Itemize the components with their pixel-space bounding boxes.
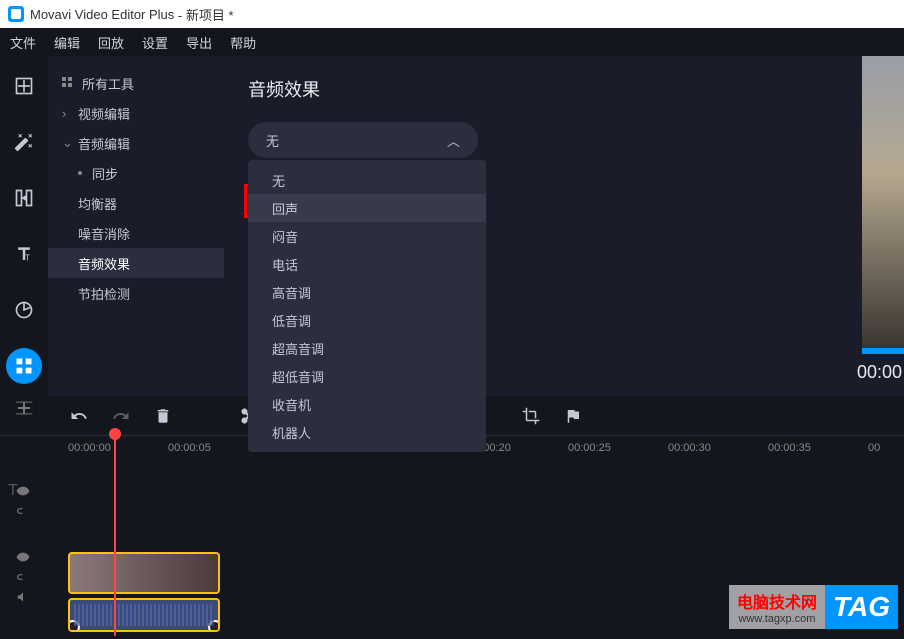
clip-handle-left[interactable] [68,620,80,632]
effect-dropdown-list: 无 回声 闷音 电话 高音调 低音调 超高音调 超低音调 收音机 机器人 [248,160,486,452]
stickers-button[interactable] [6,292,42,328]
option-none[interactable]: 无 [248,166,486,194]
menubar: 文件 编辑 回放 设置 导出 帮助 [0,28,904,56]
add-media-button[interactable] [6,68,42,104]
redo-icon[interactable] [112,407,130,425]
app-title: Movavi Video Editor Plus [30,7,174,22]
sidebar-beat-detect[interactable]: 节拍检测 [48,278,224,308]
clip-handle-right[interactable] [208,620,220,632]
sidebar-noise-remove[interactable]: 噪音消除 [48,218,224,248]
text-track-label: T [8,482,18,500]
effect-dropdown[interactable]: 无 ︿ [248,122,478,158]
option-ultra-high[interactable]: 超高音调 [248,334,486,362]
option-robot[interactable]: 机器人 [248,418,486,446]
panel-title: 音频效果 [248,76,880,102]
sidebar-audio-fx[interactable]: 音频效果 [48,248,224,278]
option-echo[interactable]: 回声 [248,194,486,222]
menu-edit[interactable]: 编辑 [54,33,80,52]
chevron-down-icon: ⌄ [62,135,70,151]
option-low-pitch[interactable]: 低音调 [248,306,486,334]
mute-icon[interactable] [16,590,30,604]
option-high-pitch[interactable]: 高音调 [248,278,486,306]
filters-button[interactable] [6,124,42,160]
playhead[interactable] [114,436,116,636]
preview-scrubber[interactable] [862,348,904,354]
menu-playback[interactable]: 回放 [98,33,124,52]
app-icon [8,6,24,22]
delete-icon[interactable] [154,407,172,425]
dropdown-selected: 无 [266,131,279,150]
sidebar: 所有工具 ›视频编辑 ⌄音频编辑 同步 均衡器 噪音消除 音频效果 节拍检测 [48,56,224,396]
menu-export[interactable]: 导出 [186,33,212,52]
link-icon[interactable] [16,504,30,518]
sidebar-video-edit[interactable]: ›视频编辑 [48,98,224,128]
chevron-up-icon: ︿ [447,131,460,150]
project-name: - 新项目 * [174,5,233,24]
marker-icon[interactable] [564,407,582,425]
crop-icon[interactable] [522,407,540,425]
chevron-right-icon: › [62,106,70,121]
watermark: 电脑技术网 www.tagxp.com TAG [729,585,898,629]
menu-settings[interactable]: 设置 [142,33,168,52]
timecode-display: 00:00 [857,362,902,383]
visibility-icon[interactable] [16,484,30,498]
option-ultra-low[interactable]: 超低音调 [248,362,486,390]
menu-file[interactable]: 文件 [10,33,36,52]
option-telephone[interactable]: 电话 [248,250,486,278]
sidebar-audio-edit[interactable]: ⌄音频编辑 [48,128,224,158]
menu-help[interactable]: 帮助 [230,33,256,52]
option-muffle[interactable]: 闷音 [248,222,486,250]
titles-button[interactable]: T [6,236,42,272]
visibility-icon[interactable] [16,550,30,564]
sidebar-all-tools[interactable]: 所有工具 [48,68,224,98]
titlebar: Movavi Video Editor Plus - 新项目 * [0,0,904,28]
left-toolbar: T [0,56,48,396]
add-track-button[interactable] [14,398,34,418]
video-clip[interactable] [68,552,220,594]
more-tools-button[interactable] [6,348,42,384]
preview-pane [862,56,904,348]
audio-clip[interactable] [68,598,220,632]
sidebar-sync[interactable]: 同步 [48,158,224,188]
link-icon[interactable] [16,570,30,584]
option-radio[interactable]: 收音机 [248,390,486,418]
undo-icon[interactable] [70,407,88,425]
sidebar-equalizer[interactable]: 均衡器 [48,188,224,218]
transitions-button[interactable] [6,180,42,216]
svg-text:T: T [25,253,30,263]
text-track-controls [16,484,46,518]
content-panel: 音频效果 无 ︿ 无 回声 闷音 电话 高音调 低音调 超高音调 超低音调 收音… [224,56,904,396]
video-track-controls [16,550,46,604]
